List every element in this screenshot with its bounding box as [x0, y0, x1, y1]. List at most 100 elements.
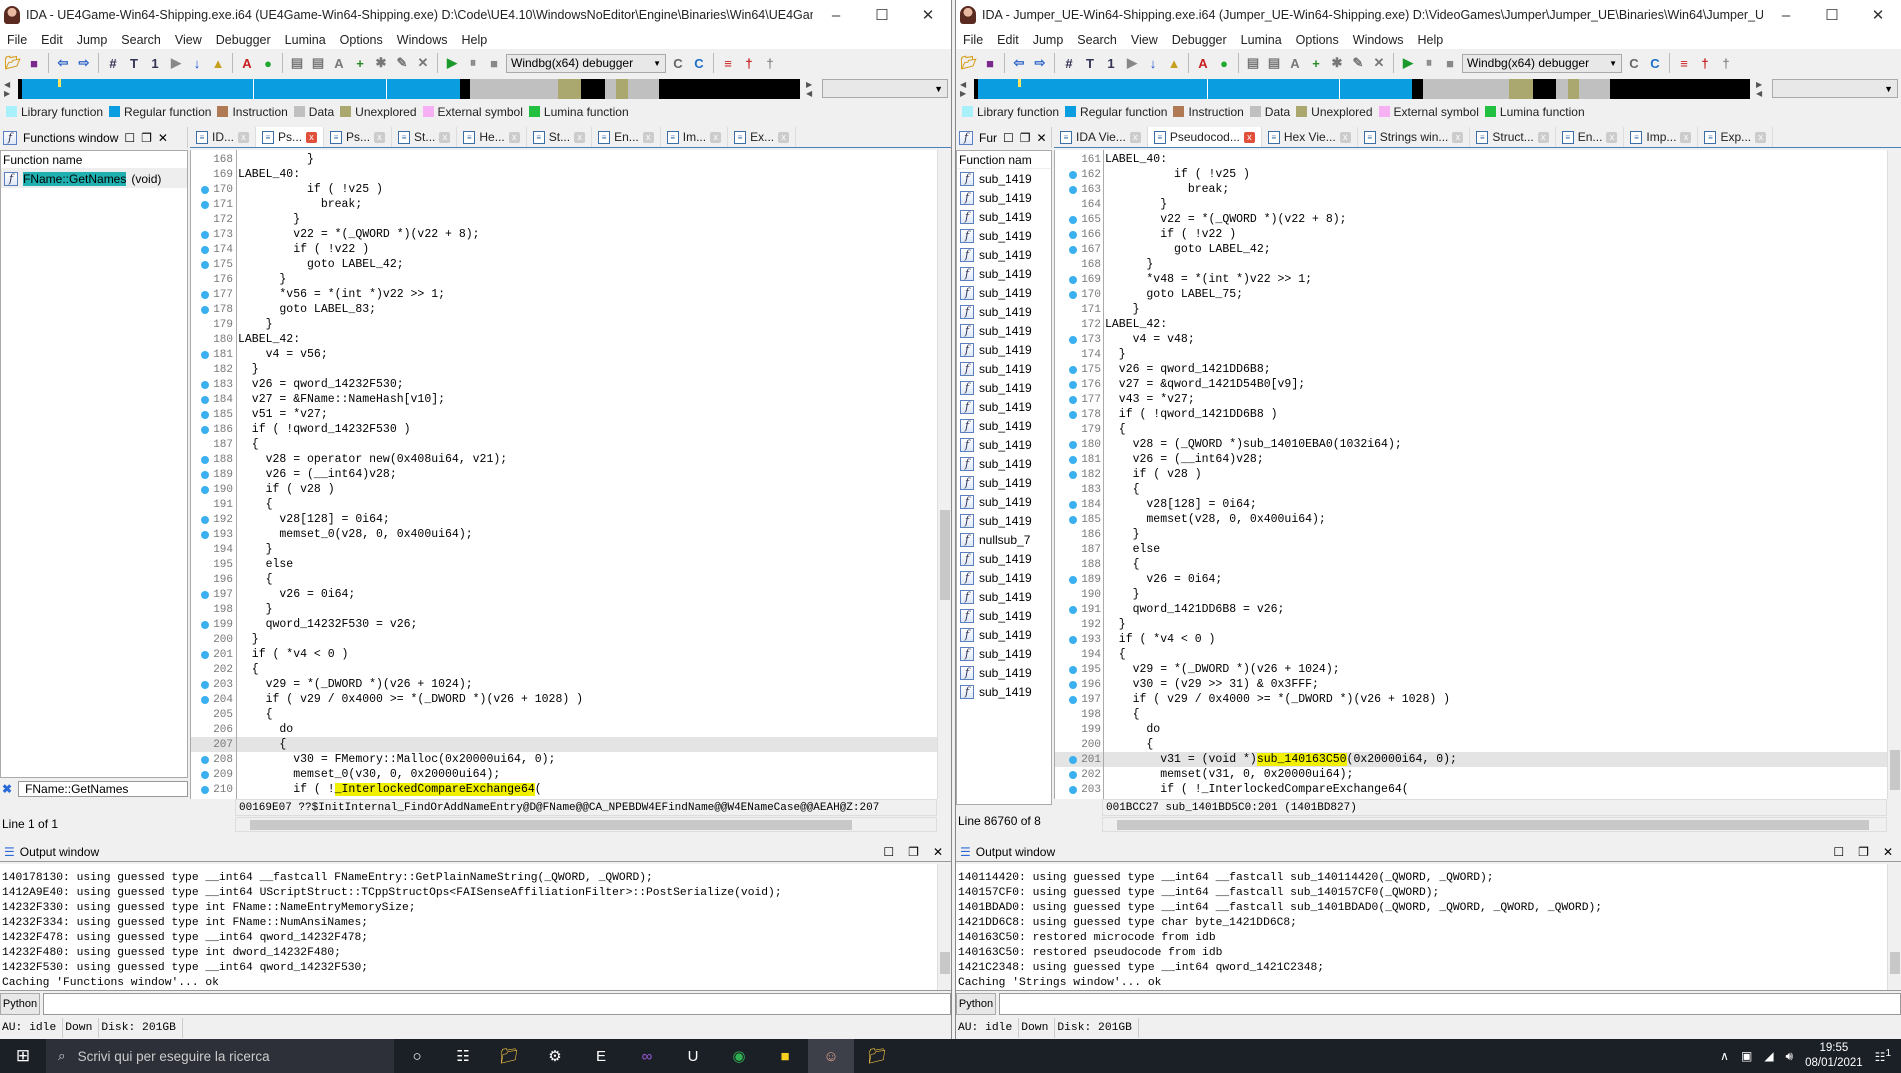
python-language-button[interactable]: Python	[0, 993, 40, 1015]
task-view-icon[interactable]: ☷	[440, 1039, 486, 1073]
code-line[interactable]: 195 v29 = *(_DWORD *)(v26 + 1024);	[1055, 662, 1887, 677]
menu-debugger[interactable]: Debugger	[209, 33, 278, 47]
nav-right-arrows[interactable]: ▶ ◀	[1756, 80, 1770, 98]
breakpoint-dot-icon[interactable]	[1069, 635, 1077, 644]
code-line[interactable]: 188 v28 = operator new(0x408ui64, v21);	[191, 452, 937, 467]
navigation-band[interactable]: ◀ ▶ ▶ ◀	[960, 78, 1770, 100]
panel-maximize-icon[interactable]: ☐	[1833, 845, 1844, 859]
search-text-icon[interactable]: T	[125, 54, 143, 72]
code-line[interactable]: 190 }	[1055, 587, 1887, 602]
nav-right-arrows[interactable]: ▶ ◀	[806, 80, 820, 98]
breakpoints-icon[interactable]: ≡	[719, 54, 737, 72]
panel-close-icon[interactable]: ✕	[933, 845, 943, 859]
close-button[interactable]: ✕	[905, 6, 951, 24]
code-line[interactable]: 176 }	[191, 272, 937, 287]
nav-left-arrows[interactable]: ◀ ▶	[960, 80, 974, 98]
search-hex-icon[interactable]: #	[1060, 54, 1078, 72]
breakpoint-dot-icon[interactable]	[201, 770, 209, 779]
breakpoint-dot-icon[interactable]	[201, 530, 209, 539]
panel-close-icon[interactable]: ✕	[1883, 845, 1893, 859]
code-line[interactable]: 175 goto LABEL_42;	[191, 257, 937, 272]
tab-strings[interactable]: ≡ St... x	[392, 127, 458, 147]
unreal-engine-icon[interactable]: U	[670, 1039, 716, 1073]
menu-file[interactable]: File	[956, 33, 990, 47]
maximize-button[interactable]: ☐	[1809, 6, 1855, 24]
breakpoint-dot-icon[interactable]	[1069, 275, 1077, 284]
code-line[interactable]: 170 goto LABEL_75;	[1055, 287, 1887, 302]
breakpoint-dot-icon[interactable]	[1069, 785, 1077, 794]
nav-dropdown[interactable]: ▼	[1772, 79, 1898, 98]
tab-pseudocode[interactable]: ≡ Pseudocod... x	[1147, 127, 1262, 147]
breakpoint-dot-icon[interactable]	[201, 290, 209, 299]
code-line[interactable]: 207 {	[191, 737, 937, 752]
clear-filter-icon[interactable]: ✖	[0, 782, 12, 796]
close-button[interactable]: ✕	[1855, 6, 1901, 24]
visual-studio-icon[interactable]: ∞	[624, 1039, 670, 1073]
save-icon[interactable]: ■	[25, 54, 43, 72]
function-list-item[interactable]: f sub_1419	[957, 663, 1051, 682]
breakpoint-dot-icon[interactable]	[201, 755, 209, 764]
debugger-select[interactable]: Windbg(x64) debugger ▼	[1462, 53, 1622, 73]
scrollbar-thumb[interactable]	[1890, 750, 1900, 790]
breakpoint-dot-icon[interactable]	[1069, 500, 1077, 509]
rename-icon[interactable]: ✎	[1349, 54, 1367, 72]
breakpoint-dot-icon[interactable]	[1069, 695, 1077, 704]
cortana-icon[interactable]: ○	[394, 1039, 440, 1073]
code-line[interactable]: 174 if ( !v22 )	[191, 242, 937, 257]
menu-jump[interactable]: Jump	[70, 33, 115, 47]
code-line[interactable]: 166 if ( !v22 )	[1055, 227, 1887, 242]
code-line[interactable]: 167 goto LABEL_42;	[1055, 242, 1887, 257]
search-text-icon[interactable]: T	[1081, 54, 1099, 72]
code-line[interactable]: 197 v26 = 0i64;	[191, 587, 937, 602]
tab-close-icon[interactable]: x	[574, 131, 586, 143]
search-binary-icon[interactable]: 1	[146, 54, 164, 72]
breakpoint-dot-icon[interactable]	[1069, 755, 1077, 764]
tab-close-icon[interactable]: x	[1339, 131, 1351, 143]
code-line[interactable]: 196 v30 = (v29 >> 31) & 0x3FFF;	[1055, 677, 1887, 692]
code-line[interactable]: 193 memset_0(v28, 0, 0x400ui64);	[191, 527, 937, 542]
tab-pseudocode[interactable]: ≡ Ps... x	[256, 127, 325, 147]
function-list-item[interactable]: f sub_1419	[957, 283, 1051, 302]
code-line[interactable]: 180 LABEL_42:	[191, 332, 937, 347]
code-line[interactable]: 205 {	[191, 707, 937, 722]
struct-icon[interactable]: +	[351, 54, 369, 72]
sticky-notes-icon[interactable]: ■	[762, 1039, 808, 1073]
struct-icon[interactable]: +	[1307, 54, 1325, 72]
code-line[interactable]: 161 LABEL_40:	[1055, 152, 1887, 167]
breakpoint-dot-icon[interactable]	[1069, 380, 1077, 389]
breakpoint-dot-icon[interactable]	[201, 515, 209, 524]
tab-imports[interactable]: ≡ Im... x	[660, 127, 729, 147]
function-list-item[interactable]: f sub_1419	[957, 169, 1051, 188]
menu-debugger[interactable]: Debugger	[1165, 33, 1234, 47]
code-line[interactable]: 201 if ( *v4 < 0 )	[191, 647, 937, 662]
menu-jump[interactable]: Jump	[1026, 33, 1071, 47]
panel-maximize-icon[interactable]: ☐	[883, 845, 894, 859]
code-line[interactable]: 185 memset(v28, 0, 0x400ui64);	[1055, 512, 1887, 527]
function-list-item[interactable]: f sub_1419	[957, 644, 1051, 663]
menu-help[interactable]: Help	[1410, 33, 1450, 47]
menu-edit[interactable]: Edit	[990, 33, 1026, 47]
minimize-button[interactable]: –	[1763, 7, 1809, 24]
menu-windows[interactable]: Windows	[1346, 33, 1411, 47]
make-code-icon[interactable]: ▤	[1244, 54, 1262, 72]
tab-structures[interactable]: ≡ Struct... x	[1470, 127, 1556, 147]
start-debug-icon[interactable]: ▶	[443, 54, 461, 72]
search-binary-icon[interactable]: 1	[1102, 54, 1120, 72]
breakpoint-dot-icon[interactable]	[1069, 365, 1077, 374]
back-icon[interactable]: ⇦	[1010, 54, 1028, 72]
scrollbar-thumb[interactable]	[940, 952, 950, 974]
code-line[interactable]: 209 memset_0(v30, 0, 0x20000ui64);	[191, 767, 937, 782]
tab-structures[interactable]: ≡ St... x	[526, 127, 593, 147]
function-list-item[interactable]: f sub_1419	[957, 321, 1051, 340]
function-list-item[interactable]: f sub_1419	[957, 492, 1051, 511]
breakpoint-dot-icon[interactable]	[201, 350, 209, 359]
function-name-column-header[interactable]: Function name	[1, 151, 187, 169]
code-line[interactable]: 180 v28 = (_QWORD *)sub_14010EBA0(1032i6…	[1055, 437, 1887, 452]
pseudocode-view[interactable]: 161 LABEL_40: 162 if ( !v25 ) 163 break; 164…	[1054, 150, 1901, 799]
code-line[interactable]: 194 {	[1055, 647, 1887, 662]
code-line[interactable]: 172 LABEL_42:	[1055, 317, 1887, 332]
panel-close-icon[interactable]: ✕	[1037, 131, 1047, 145]
function-list-item[interactable]: f sub_1419	[957, 435, 1051, 454]
steam-icon[interactable]: ⚙	[532, 1039, 578, 1073]
code-line[interactable]: 178 goto LABEL_83;	[191, 302, 937, 317]
